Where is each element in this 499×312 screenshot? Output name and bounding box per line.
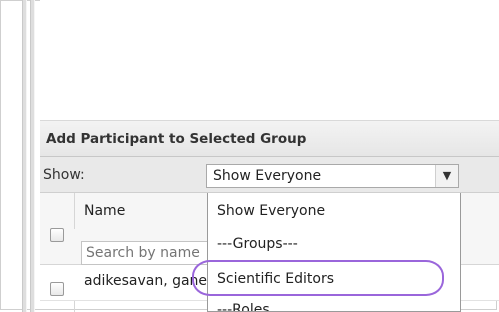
group-list-area — [40, 0, 499, 121]
dropdown-option-roles-header: ---Roles... — [217, 302, 283, 312]
dropdown-option-groups-header: ---Groups--- — [217, 236, 298, 252]
row-checkbox[interactable] — [50, 282, 64, 296]
splitter-bar[interactable] — [30, 0, 35, 312]
select-all-checkbox[interactable] — [50, 228, 64, 242]
show-filter-row: Show: Show Everyone ▼ — [40, 157, 499, 193]
splitter-bar[interactable] — [22, 0, 27, 312]
dropdown-option-show-everyone[interactable]: Show Everyone — [217, 203, 325, 219]
left-splitter[interactable] — [0, 0, 36, 312]
chevron-down-icon[interactable]: ▼ — [435, 165, 458, 187]
show-label: Show: — [43, 167, 85, 183]
panel-title: Add Participant to Selected Group — [40, 121, 499, 157]
show-select-value: Show Everyone — [213, 168, 322, 184]
highlight-ring — [192, 260, 444, 296]
show-select[interactable]: Show Everyone ▼ — [206, 164, 459, 188]
name-column-header[interactable]: Name — [84, 193, 125, 229]
